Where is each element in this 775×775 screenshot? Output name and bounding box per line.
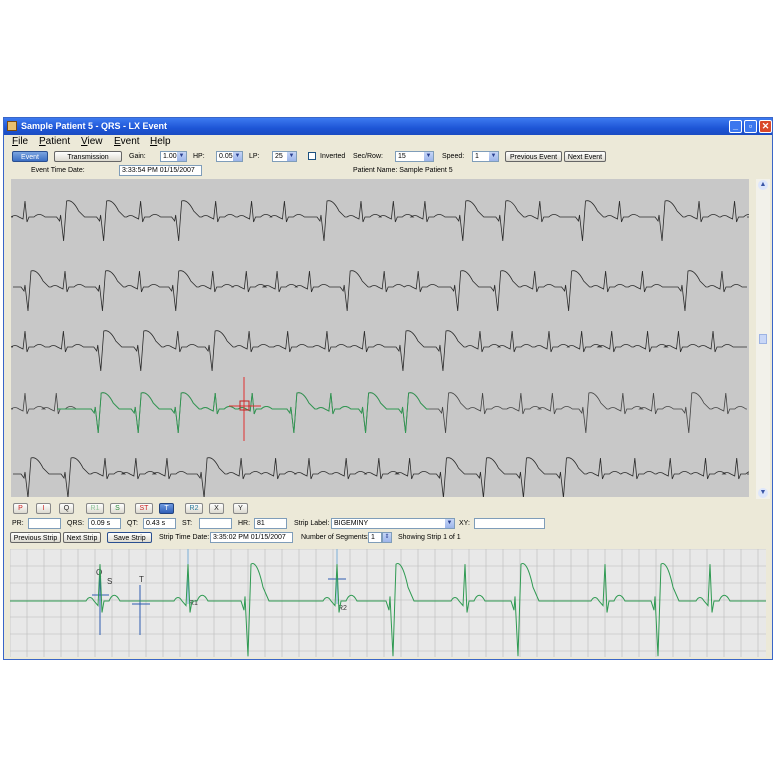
menu-file[interactable]: File <box>12 136 28 147</box>
ecg-strip-canvas[interactable]: Q S T R1 R2 <box>9 548 766 657</box>
inverted-label: Inverted <box>320 153 346 160</box>
strip-markers <box>92 549 346 635</box>
qrs-label: QRS: <box>67 520 85 527</box>
gain-select[interactable]: 1.00 ▼ <box>160 151 187 162</box>
gain-label: Gain: <box>129 153 146 160</box>
next-event-button[interactable]: Next Event <box>564 151 606 162</box>
strip-time-field[interactable]: 3:35:02 PM 01/15/2007 <box>210 532 293 543</box>
speed-label: Speed: <box>442 153 465 160</box>
next-strip-button[interactable]: Next Strip <box>63 532 101 543</box>
strip-time-label: Strip Time Date: <box>159 534 210 541</box>
annotation-button-r1[interactable]: R1 <box>86 503 104 514</box>
hr-label: HR: <box>238 520 251 527</box>
previous-strip-button[interactable]: Previous Strip <box>10 532 61 543</box>
annotation-button-r2[interactable]: R2 <box>185 503 203 514</box>
ecg-row-trace <box>9 330 747 372</box>
st-label: ST: <box>182 520 193 527</box>
scroll-up-icon[interactable]: ▲ <box>758 180 768 190</box>
chevron-down-icon: ▼ <box>445 519 454 528</box>
segments-stepper[interactable]: ⇕ <box>382 532 392 543</box>
lp-select[interactable]: 25 ▼ <box>272 151 297 162</box>
toolbar: Event Transmission Gain: 1.00 ▼ HP: 0.05 ▼… <box>4 149 772 179</box>
ecg-selected-segment[interactable] <box>57 392 429 434</box>
chevron-down-icon: ▼ <box>287 152 296 161</box>
xy-field[interactable] <box>474 518 545 529</box>
menu-bar: File Patient View Event Help <box>4 135 772 149</box>
minimize-button[interactable]: _ <box>729 120 742 133</box>
ecg-row-trace <box>13 457 758 499</box>
ecg-strip-trace <box>10 563 766 657</box>
annotation-button-i[interactable]: I <box>36 503 51 514</box>
ecg-main-canvas[interactable] <box>9 179 758 499</box>
speed-select[interactable]: 1 ▼ <box>472 151 499 162</box>
qt-field[interactable]: 0.43 s <box>143 518 176 529</box>
chevron-down-icon: ▼ <box>233 152 242 161</box>
st-field[interactable] <box>199 518 232 529</box>
showing-strip-text: Showing Strip 1 of 1 <box>398 534 461 541</box>
stepper-icon: ⇕ <box>383 533 391 542</box>
lp-label: LP: <box>249 153 260 160</box>
ecg-strip-display[interactable]: Q S T R1 R2 <box>9 548 766 657</box>
main-window: Sample Patient 5 - QRS - LX Event _ ▫ ✕ … <box>3 117 773 660</box>
annotation-button-st[interactable]: ST <box>135 503 153 514</box>
title-bar[interactable]: Sample Patient 5 - QRS - LX Event _ ▫ ✕ <box>4 118 772 135</box>
strip-label-label: Strip Label: <box>294 520 330 527</box>
scroll-thumb[interactable] <box>759 334 767 344</box>
ecg-row-trace <box>9 392 747 434</box>
strip-label-select[interactable]: BIGEMINY ▼ <box>331 518 455 529</box>
annotation-button-x[interactable]: X <box>209 503 224 514</box>
marker-s-label: S <box>107 577 112 586</box>
window-title: Sample Patient 5 - QRS - LX Event <box>21 121 168 131</box>
qt-label: QT: <box>127 520 138 527</box>
event-time-label: Event Time Date: <box>31 167 85 174</box>
pr-field[interactable] <box>28 518 61 529</box>
patient-name: Patient Name: Sample Patient 5 <box>353 167 453 174</box>
hp-select[interactable]: 0.05 ▼ <box>216 151 243 162</box>
annotation-button-q[interactable]: Q <box>59 503 74 514</box>
ecg-row-trace <box>9 200 756 242</box>
event-button[interactable]: Event <box>12 151 48 162</box>
segments-label: Number of Segments: <box>301 534 370 541</box>
chevron-down-icon: ▼ <box>489 152 498 161</box>
scroll-down-icon[interactable]: ▼ <box>758 488 768 498</box>
close-button[interactable]: ✕ <box>759 120 772 133</box>
segments-field[interactable]: 1 <box>368 532 382 543</box>
menu-help[interactable]: Help <box>150 136 171 147</box>
chevron-down-icon: ▼ <box>424 152 433 161</box>
restore-button[interactable]: ▫ <box>744 120 757 133</box>
save-strip-button[interactable]: Save Strip <box>107 532 152 543</box>
secrow-select[interactable]: 15 ▼ <box>395 151 434 162</box>
menu-view[interactable]: View <box>81 136 103 147</box>
ecg-main-display[interactable] <box>9 179 758 499</box>
main-scrollbar[interactable]: ▲ ▼ <box>756 179 770 499</box>
menu-event[interactable]: Event <box>114 136 140 147</box>
previous-event-button[interactable]: Previous Event <box>505 151 562 162</box>
hr-field[interactable]: 81 <box>254 518 287 529</box>
annotation-button-y[interactable]: Y <box>233 503 248 514</box>
transmission-button[interactable]: Transmission <box>54 151 122 162</box>
qrs-field[interactable]: 0.09 s <box>88 518 121 529</box>
xy-label: XY: <box>459 520 470 527</box>
annotation-button-t[interactable]: T <box>159 503 174 514</box>
annotation-button-s[interactable]: S <box>110 503 125 514</box>
event-time-field[interactable]: 3:33:54 PM 01/15/2007 <box>119 165 202 176</box>
menu-patient[interactable]: Patient <box>39 136 70 147</box>
hp-label: HP: <box>193 153 205 160</box>
inverted-checkbox[interactable] <box>308 152 316 160</box>
app-icon <box>7 121 17 131</box>
chevron-down-icon: ▼ <box>177 152 186 161</box>
ecg-row-trace <box>13 270 747 312</box>
annotation-button-p[interactable]: P <box>13 503 28 514</box>
pr-label: PR: <box>12 520 24 527</box>
secrow-label: Sec/Row: <box>353 153 383 160</box>
marker-t-label: T <box>139 575 144 584</box>
